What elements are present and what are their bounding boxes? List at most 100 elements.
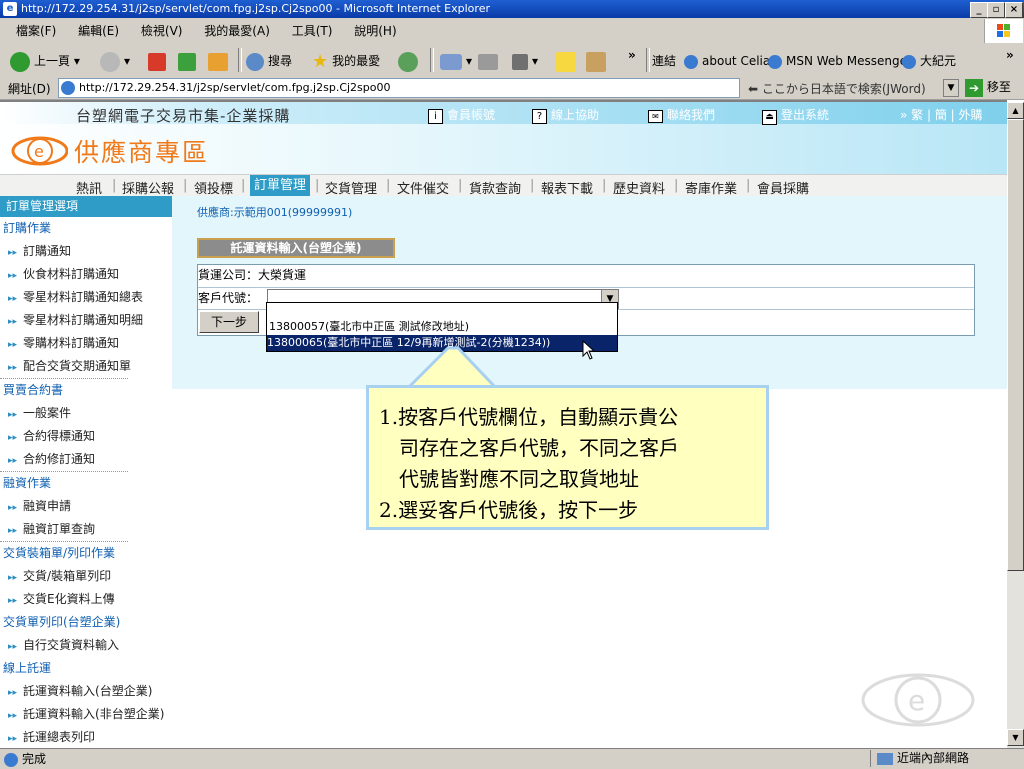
- sidebar-item[interactable]: ▸▸ 伙食材料訂購通知: [0, 263, 172, 286]
- mail-icon: [440, 53, 462, 70]
- refresh-button[interactable]: [178, 50, 200, 72]
- zone-indicator: 近端內部網路: [870, 750, 1024, 767]
- help-link[interactable]: ? 線上協助: [532, 106, 599, 124]
- menu-tools[interactable]: 工具(T): [292, 24, 333, 38]
- account-link[interactable]: i 會員帳號: [428, 106, 495, 124]
- nav-bid[interactable]: 領投標: [194, 178, 233, 197]
- sidebar-item[interactable]: ▸▸ 託運資料輸入(非台塑企業): [0, 703, 172, 726]
- ie-page-icon: [4, 752, 18, 767]
- sidebar-item[interactable]: ▸▸ 合約修訂通知: [0, 448, 128, 472]
- link-epochtimes[interactable]: 大紀元: [902, 50, 956, 72]
- toolbar-chevron[interactable]: »: [628, 44, 636, 66]
- sidebar-item[interactable]: ▸▸ 零星材料訂購通知總表: [0, 286, 172, 309]
- close-button[interactable]: ×: [1005, 2, 1023, 18]
- menu-file[interactable]: 檔案(F): [16, 24, 56, 38]
- dropdown-option[interactable]: 13800057(臺北市中正區 測試修改地址): [269, 319, 615, 335]
- vertical-scrollbar[interactable]: ▲ ▼: [1007, 102, 1024, 748]
- logout-link[interactable]: ⏏ 登出系統: [762, 106, 829, 125]
- menu-favorites[interactable]: 我的最愛(A): [204, 24, 270, 38]
- history-button[interactable]: [398, 50, 422, 72]
- minimize-button[interactable]: _: [970, 2, 988, 18]
- logout-icon: ⏏: [762, 110, 777, 125]
- site-header: 台塑網電子交易市集-企業採購 i 會員帳號 ? 線上協助 ✉ 聯絡我們 ⏏ 登出系統 »…: [0, 102, 1007, 174]
- stop-button[interactable]: [148, 50, 170, 72]
- window-title-bar: e http://172.29.254.31/j2sp/servlet/com.f…: [0, 0, 1024, 18]
- menu-help[interactable]: 說明(H): [354, 24, 396, 38]
- sidebar-section-title: 交貨單列印(台塑企業): [3, 615, 121, 629]
- sidebar-item[interactable]: ▸▸ 一般案件: [0, 402, 172, 425]
- links-label: 連結: [652, 54, 677, 68]
- nav-delivery[interactable]: 交貨管理: [325, 178, 377, 197]
- note-button[interactable]: [556, 50, 580, 72]
- scroll-thumb[interactable]: [1007, 119, 1024, 571]
- sidebar-item[interactable]: ▸▸ 訂購通知: [0, 240, 172, 263]
- link-msn[interactable]: MSN Web Messenger: [768, 50, 912, 72]
- mouse-cursor-icon: [582, 340, 596, 360]
- sidebar-section-title: 融資作業: [3, 476, 52, 490]
- nav-member-purchase[interactable]: 會員採購: [757, 178, 809, 197]
- go-button[interactable]: ➔ 移至: [965, 78, 1011, 97]
- nav-news[interactable]: 熱訊: [76, 178, 102, 197]
- search-icon: [246, 52, 264, 71]
- note-icon: [556, 51, 576, 72]
- jword-search[interactable]: ⬅ ここから日本語で検索(JWord): [748, 80, 926, 97]
- sidebar-item[interactable]: ▸▸ 託運總表列印: [0, 726, 172, 749]
- edit-button[interactable]: ▾: [512, 50, 538, 72]
- status-text: 完成: [22, 752, 47, 766]
- nav-document[interactable]: 文件催交: [397, 178, 449, 197]
- history-icon: [398, 51, 418, 72]
- back-button[interactable]: 上一頁 ▾: [10, 50, 80, 72]
- nav-order-management[interactable]: 訂單管理: [250, 175, 311, 197]
- nav-consignment[interactable]: 寄庫作業: [685, 178, 737, 197]
- sidebar-item[interactable]: ▸▸ 託運資料輸入(台塑企業): [0, 680, 172, 703]
- sidebar-item[interactable]: ▸▸ 交貨/裝箱單列印: [0, 565, 172, 588]
- nav-bulletin[interactable]: 採購公報: [122, 178, 174, 197]
- windows-logo-icon: [984, 19, 1023, 43]
- sidebar-item[interactable]: ▸▸ 零購材料訂購通知: [0, 332, 172, 355]
- nav-report[interactable]: 報表下載: [541, 178, 593, 197]
- sidebar-item[interactable]: ▸▸ 合約得標通知: [0, 425, 172, 448]
- links-chevron[interactable]: »: [1006, 44, 1014, 66]
- menu-view[interactable]: 檢視(V): [141, 24, 183, 38]
- ie-page-icon: [902, 54, 916, 69]
- go-arrow-icon: ➔: [965, 78, 983, 97]
- search-button[interactable]: 搜尋: [246, 50, 292, 72]
- svg-text:e: e: [908, 684, 925, 717]
- ie-page-icon: [768, 54, 782, 69]
- maximize-button[interactable]: ▫: [987, 2, 1005, 18]
- language-switch[interactable]: » 繁 | 簡 | 外購: [900, 106, 983, 123]
- nav-payment[interactable]: 貨款查詢: [469, 178, 521, 197]
- jword-dropdown-button[interactable]: ▼: [943, 79, 959, 97]
- main-panel: 供應商:示範用001(99999991) 託運資料輸入(台塑企業) 貨運公司：大…: [172, 196, 1007, 389]
- svg-text:e: e: [34, 142, 44, 161]
- home-button[interactable]: [208, 50, 232, 72]
- research-button[interactable]: [586, 50, 610, 72]
- address-bar: 網址(D) http://172.29.254.31/j2sp/servlet/…: [0, 76, 1024, 100]
- carrier-row: 貨運公司：大榮貨運: [198, 265, 974, 288]
- sidebar-item[interactable]: ▸▸ 交貨E化資料上傳: [0, 588, 172, 611]
- scroll-down-button[interactable]: ▼: [1007, 729, 1024, 746]
- sidebar-section-title: 線上託運: [3, 661, 52, 675]
- next-button[interactable]: 下一步: [199, 311, 259, 333]
- contact-link[interactable]: ✉ 聯絡我們: [648, 106, 715, 123]
- link-about-celia[interactable]: about Celia: [684, 50, 770, 72]
- sidebar-item[interactable]: ▸▸ 自行交貨資料輸入: [0, 634, 172, 657]
- sidebar-item[interactable]: ▸▸ 融資訂單查詢: [0, 518, 128, 542]
- sidebar-header: 訂單管理選項: [0, 196, 172, 217]
- address-input[interactable]: http://172.29.254.31/j2sp/servlet/com.fp…: [58, 78, 740, 98]
- print-button[interactable]: [478, 50, 502, 72]
- mail-button[interactable]: ▾: [440, 50, 472, 72]
- scroll-up-button[interactable]: ▲: [1007, 102, 1024, 119]
- sidebar-item[interactable]: ▸▸ 配合交貨交期通知單: [0, 355, 131, 379]
- edit-icon: [512, 53, 528, 70]
- sidebar-item[interactable]: ▸▸ 零星材料訂購通知明細: [0, 309, 172, 332]
- sidebar-section-title: 交貨裝箱單/列印作業: [3, 546, 116, 560]
- forward-button[interactable]: ▾: [100, 50, 130, 72]
- menu-edit[interactable]: 編輯(E): [78, 24, 119, 38]
- sidebar-item[interactable]: ▸▸ 融資申請: [0, 495, 172, 518]
- question-icon: ?: [532, 109, 547, 124]
- star-icon: ★: [312, 50, 329, 72]
- supplier-logo-icon: e: [11, 136, 68, 166]
- nav-history[interactable]: 歷史資料: [613, 178, 665, 197]
- favorites-button[interactable]: ★ 我的最愛: [312, 50, 380, 72]
